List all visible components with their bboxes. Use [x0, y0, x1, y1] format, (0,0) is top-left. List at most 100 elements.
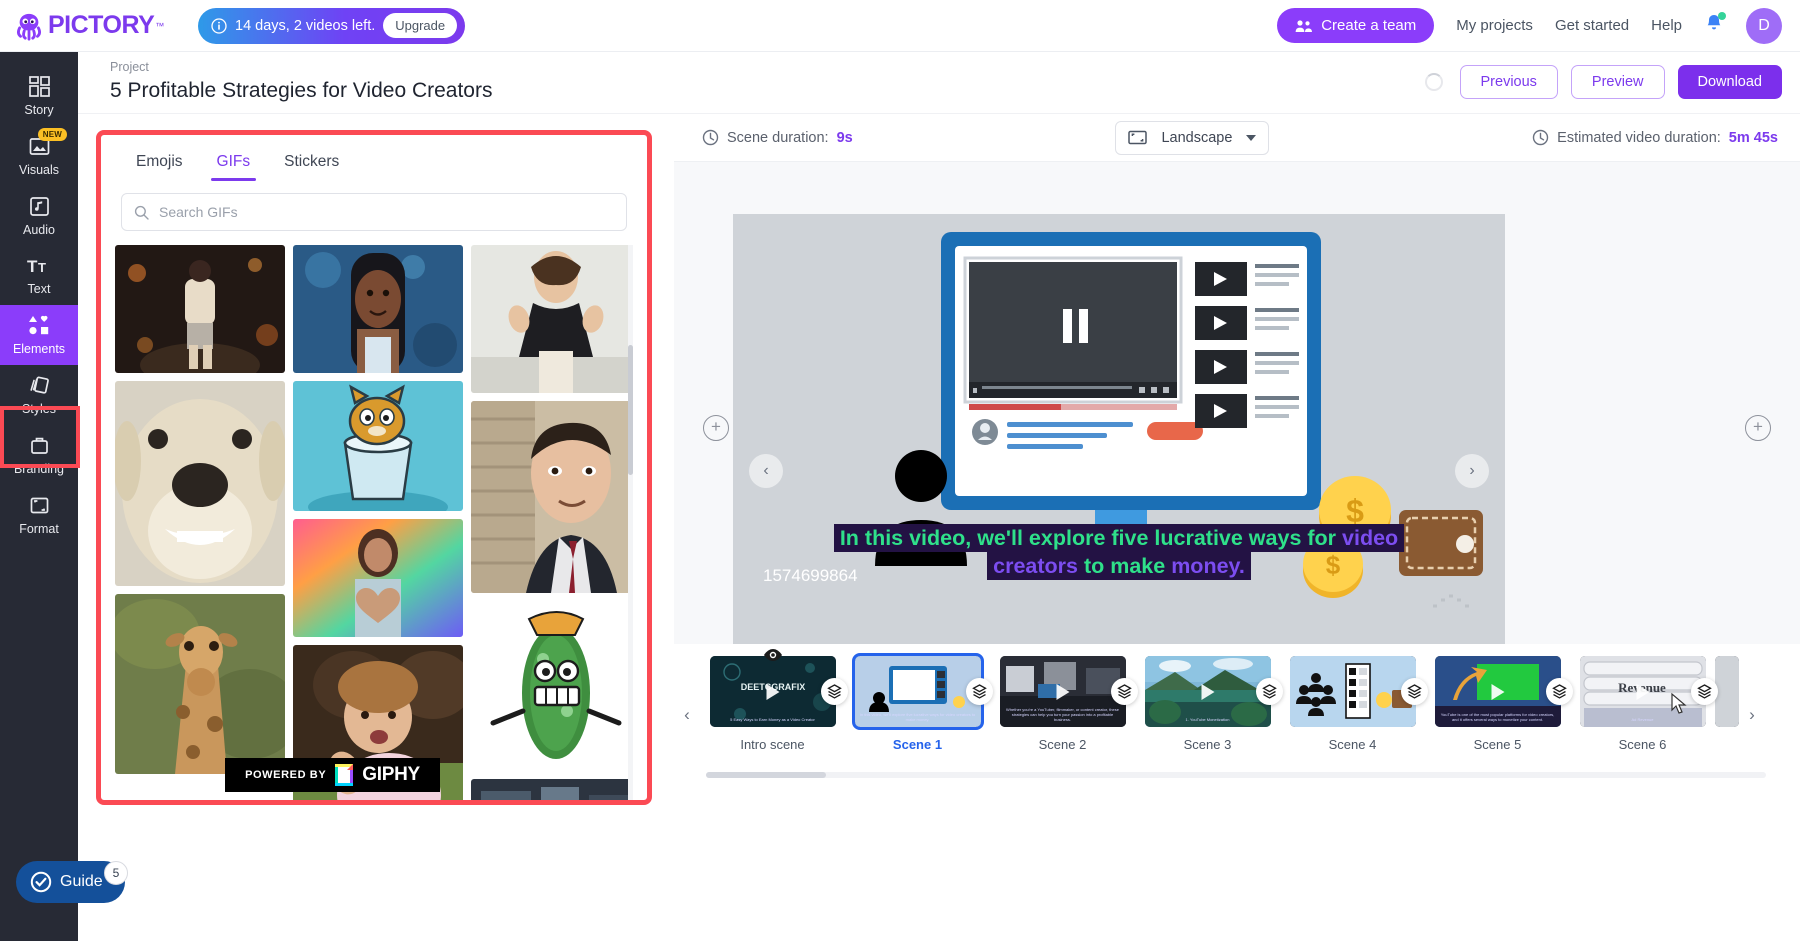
- rail-item-visuals[interactable]: NEW Visuals: [0, 126, 78, 186]
- pictory-editor: PICTORY ™ 14 days, 2 videos left. Upgrad…: [0, 0, 1800, 941]
- layers-icon[interactable]: [1401, 678, 1428, 705]
- rail-item-styles[interactable]: Styles: [0, 365, 78, 425]
- list-item[interactable]: Scene 4: [1280, 656, 1425, 752]
- gif-column-2: [293, 245, 463, 800]
- gif-thumbnail[interactable]: [471, 401, 633, 593]
- gif-scrollbar-thumb[interactable]: [628, 345, 633, 475]
- gif-thumbnail[interactable]: [293, 381, 463, 511]
- gif-results-scroll[interactable]: [115, 245, 633, 800]
- strip-scroll-left[interactable]: ‹: [674, 656, 700, 774]
- gif-art-woman-lights: [115, 245, 285, 373]
- gif-thumbnail[interactable]: [293, 245, 463, 373]
- gif-art-giraffe: [115, 594, 285, 774]
- strip-scrollbar-thumb[interactable]: [706, 772, 826, 778]
- scene-label: Scene 3: [1184, 737, 1232, 752]
- gif-thumbnail[interactable]: [471, 245, 633, 393]
- layers-icon[interactable]: [1691, 678, 1718, 705]
- rail-item-format[interactable]: Format: [0, 485, 78, 545]
- strip-scroll-right[interactable]: ›: [1739, 656, 1765, 774]
- scene-thumbnail-next[interactable]: [1715, 656, 1739, 727]
- list-item[interactable]: Revenue Ad Revenue Scene 6: [1570, 656, 1715, 752]
- list-item[interactable]: YouTube is one of the most popular platf…: [1425, 656, 1570, 752]
- scene-thumbnail-4[interactable]: [1290, 656, 1416, 727]
- scene-thumbnail-2[interactable]: Whether you're a YouTuber, filmmaker, or…: [1000, 656, 1126, 727]
- gif-thumbnail[interactable]: [115, 594, 285, 774]
- list-item[interactable]: In this video, we'll explore five lucrat…: [845, 656, 990, 752]
- layers-icon[interactable]: [1256, 678, 1283, 705]
- layers-icon[interactable]: [966, 678, 993, 705]
- gif-thumbnail[interactable]: [115, 245, 285, 373]
- layers-icon[interactable]: [1111, 678, 1138, 705]
- video-canvas[interactable]: $ $ 1574699864 In this vide: [733, 214, 1505, 646]
- rail-item-elements[interactable]: Elements: [0, 305, 78, 365]
- next-scene-arrow[interactable]: ›: [1455, 454, 1489, 488]
- scene-thumbnail-6[interactable]: Revenue Ad Revenue: [1580, 656, 1706, 727]
- user-avatar[interactable]: D: [1746, 8, 1782, 44]
- download-button[interactable]: Download: [1678, 65, 1783, 99]
- layers-icon[interactable]: [821, 678, 848, 705]
- rail-item-branding[interactable]: Branding: [0, 425, 78, 485]
- tab-gifs[interactable]: GIFs: [215, 145, 253, 181]
- saving-spinner-icon: [1425, 73, 1443, 91]
- rail-item-story[interactable]: Story: [0, 66, 78, 126]
- estimated-duration-meta: Estimated video duration: 5m 45s: [1532, 129, 1778, 146]
- play-overlay-icon: [766, 684, 779, 700]
- scene-caption[interactable]: In this video, we'll explore five lucrat…: [815, 524, 1423, 580]
- rail-item-audio[interactable]: Audio: [0, 186, 78, 246]
- rail-label-styles: Styles: [22, 402, 56, 416]
- gif-thumbnail[interactable]: [293, 519, 463, 637]
- nav-link-my-projects[interactable]: My projects: [1456, 17, 1533, 34]
- thumbnail-caption: 1. YouTube Monetization: [1149, 717, 1267, 722]
- gif-thumbnail[interactable]: [115, 381, 285, 586]
- play-overlay-icon: [1491, 684, 1504, 700]
- scene-label: Scene 5: [1474, 737, 1522, 752]
- preview-button[interactable]: Preview: [1571, 65, 1665, 99]
- project-header: Project 5 Profitable Strategies for Vide…: [78, 52, 1800, 114]
- gif-art-dog-smile: [115, 381, 285, 586]
- scene-thumbnail-1[interactable]: In this video, we'll explore five lucrat…: [855, 656, 981, 727]
- scene-strip-inner: ‹ DEETCGRAFIX 5 Easy Ways t: [674, 644, 1800, 762]
- scene-strip: ‹ DEETCGRAFIX 5 Easy Ways t: [674, 644, 1800, 784]
- guide-count-badge: 5: [104, 861, 128, 885]
- previous-button[interactable]: Previous: [1460, 65, 1558, 99]
- notification-dot: [1718, 12, 1726, 20]
- crop-icon: [29, 495, 50, 516]
- search-input[interactable]: [159, 204, 614, 220]
- previous-scene-arrow[interactable]: ‹: [749, 454, 783, 488]
- gif-thumbnail[interactable]: [471, 601, 633, 771]
- scene-thumbnail-intro[interactable]: DEETCGRAFIX 5 Easy Ways to Earn Money as…: [710, 656, 836, 727]
- tab-stickers[interactable]: Stickers: [282, 145, 341, 181]
- list-item[interactable]: 1. YouTube Monetization Scene 3: [1135, 656, 1280, 752]
- search-gifs-box[interactable]: [121, 193, 627, 231]
- estimated-duration-label: Estimated video duration:: [1557, 130, 1721, 146]
- list-item[interactable]: DEETCGRAFIX 5 Easy Ways to Earn Money as…: [700, 656, 845, 752]
- tab-emojis[interactable]: Emojis: [134, 145, 185, 181]
- rail-label-format: Format: [19, 522, 59, 536]
- thumbnail-caption: YouTube is one of the most popular platf…: [1439, 712, 1557, 722]
- strip-scrollbar-track[interactable]: [706, 772, 1766, 778]
- notifications-bell-icon[interactable]: [1704, 13, 1724, 39]
- nav-link-get-started[interactable]: Get started: [1555, 17, 1629, 34]
- logo-trademark: ™: [155, 21, 164, 31]
- list-item[interactable]: Whether you're a YouTuber, filmmaker, or…: [990, 656, 1135, 752]
- trial-text: 14 days, 2 videos left.: [235, 18, 375, 34]
- add-scene-after-button[interactable]: +: [1745, 415, 1771, 441]
- rail-item-text[interactable]: T T Text: [0, 246, 78, 305]
- scene-thumbnail-3[interactable]: 1. YouTube Monetization: [1145, 656, 1271, 727]
- pictory-logo[interactable]: PICTORY ™: [14, 11, 184, 41]
- create-team-button[interactable]: Create a team: [1277, 8, 1434, 43]
- gif-art-cartoon-cat-bucket: [293, 381, 463, 511]
- upgrade-button[interactable]: Upgrade: [383, 13, 457, 38]
- gif-scrollbar-track[interactable]: [628, 245, 633, 800]
- thumbnail-caption: Whether you're a YouTuber, filmmaker, or…: [1004, 707, 1122, 722]
- eye-icon[interactable]: [762, 644, 784, 666]
- svg-text:T: T: [27, 257, 38, 276]
- gif-thumbnail[interactable]: [471, 779, 633, 800]
- scene-thumbnail-5[interactable]: YouTube is one of the most popular platf…: [1435, 656, 1561, 727]
- list-item-partial[interactable]: [1715, 656, 1739, 727]
- aspect-ratio-select[interactable]: Landscape: [1115, 121, 1269, 155]
- layers-icon[interactable]: [1546, 678, 1573, 705]
- scene-duration-label: Scene duration:: [727, 130, 829, 146]
- nav-link-help[interactable]: Help: [1651, 17, 1682, 34]
- add-scene-before-button[interactable]: +: [703, 415, 729, 441]
